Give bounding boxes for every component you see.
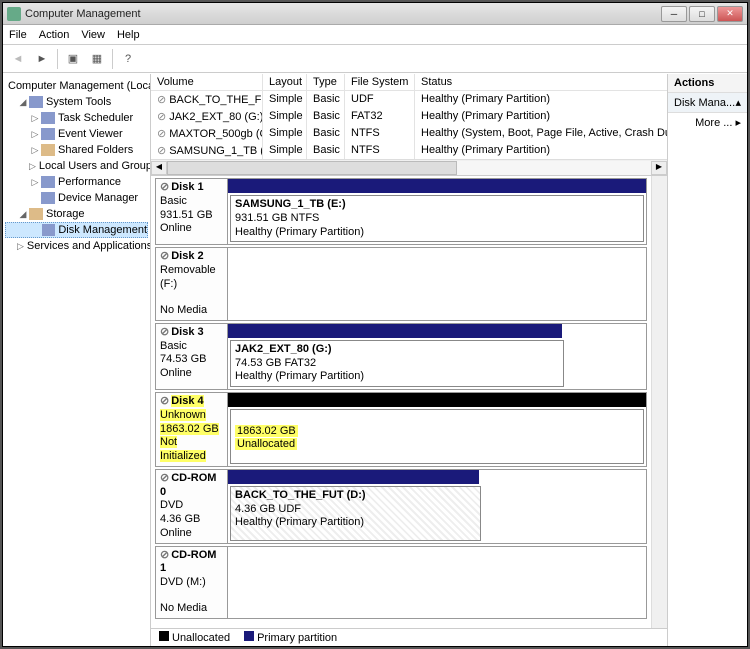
tree-system-tools[interactable]: ◢System Tools	[5, 94, 148, 110]
tree-task-scheduler[interactable]: ▷Task Scheduler	[5, 110, 148, 126]
tree-local-users[interactable]: ▷Local Users and Groups	[5, 158, 148, 174]
disk-header[interactable]: Disk 3Basic74.53 GBOnline	[156, 324, 228, 389]
menu-action[interactable]: Action	[39, 29, 70, 41]
legend-unallocated-swatch	[159, 631, 169, 641]
disk-2[interactable]: Disk 2Removable (F:)No Media	[155, 247, 647, 321]
volume-row[interactable]: JAK2_EXT_80 (G:)SimpleBasicFAT32Healthy …	[151, 108, 667, 125]
device-icon	[41, 192, 55, 204]
actions-pane: Actions Disk Mana...▴ More ... ▸	[667, 74, 747, 646]
event-icon	[41, 128, 55, 140]
menu-view[interactable]: View	[81, 29, 105, 41]
volume-row[interactable]: BACK_TO_THE_FUT (D:)SimpleBasicUDFHealth…	[151, 91, 667, 108]
close-button[interactable]: ✕	[717, 6, 743, 22]
disk-header[interactable]: Disk 2Removable (F:)No Media	[156, 248, 228, 320]
col-filesystem[interactable]: File System	[345, 74, 415, 90]
separator	[112, 49, 113, 69]
tree-services[interactable]: ▷Services and Applications	[5, 238, 148, 254]
tree-storage[interactable]: ◢Storage	[5, 206, 148, 222]
legend-primary-swatch	[244, 631, 254, 641]
legend: Unallocated Primary partition	[151, 628, 667, 646]
main-content: Volume Layout Type File System Status BA…	[151, 74, 667, 646]
perf-icon	[41, 176, 55, 188]
disk-header[interactable]: CD-ROM 0DVD4.36 GBOnline	[156, 470, 228, 543]
col-volume[interactable]: Volume	[151, 74, 263, 90]
expand-icon[interactable]: ▷	[17, 241, 24, 252]
partition[interactable]: JAK2_EXT_80 (G:)74.53 GB FAT32Healthy (P…	[230, 340, 564, 387]
disk-graphical-view: Disk 1Basic931.51 GBOnline SAMSUNG_1_TB …	[151, 176, 667, 628]
back-button[interactable]: ◄	[7, 48, 29, 70]
expand-icon[interactable]: ▷	[29, 129, 41, 140]
disk-header[interactable]: Disk 1Basic931.51 GBOnline	[156, 179, 228, 244]
tree-event-viewer[interactable]: ▷Event Viewer	[5, 126, 148, 142]
actions-header: Actions	[668, 74, 747, 93]
partition[interactable]: BACK_TO_THE_FUT (D:)4.36 GB UDFHealthy (…	[230, 486, 481, 541]
nav-tree[interactable]: Computer Management (Local ◢System Tools…	[3, 74, 151, 646]
col-layout[interactable]: Layout	[263, 74, 307, 90]
window-title: Computer Management	[25, 8, 661, 20]
volume-list[interactable]: Volume Layout Type File System Status BA…	[151, 74, 667, 176]
actions-more[interactable]: More ... ▸	[668, 113, 747, 132]
cdrom-1[interactable]: CD-ROM 1DVD (M:)No Media	[155, 546, 647, 620]
tree-shared-folders[interactable]: ▷Shared Folders	[5, 142, 148, 158]
tree-disk-management[interactable]: Disk Management	[5, 222, 148, 238]
menubar: File Action View Help	[3, 25, 747, 45]
expand-icon[interactable]: ▷	[29, 113, 41, 124]
disk-icon	[42, 224, 56, 236]
volume-header[interactable]: Volume Layout Type File System Status	[151, 74, 667, 91]
toolbar: ◄ ► ▣ ▦ ?	[3, 45, 747, 73]
collapse-icon[interactable]: ◢	[17, 209, 29, 220]
cdrom-0[interactable]: CD-ROM 0DVD4.36 GBOnline BACK_TO_THE_FUT…	[155, 469, 647, 544]
volume-row[interactable]: SAMSUNG_1_TB (E:)SimpleBasicNTFSHealthy …	[151, 142, 667, 159]
unallocated-bar	[228, 393, 646, 407]
scroll-left-icon[interactable]: ◀	[151, 161, 167, 175]
scheduler-icon	[41, 112, 55, 124]
partition-bar	[228, 324, 562, 338]
partition[interactable]: SAMSUNG_1_TB (E:)931.51 GB NTFSHealthy (…	[230, 195, 644, 242]
maximize-button[interactable]: □	[689, 6, 715, 22]
actions-disk-management[interactable]: Disk Mana...▴	[668, 93, 747, 113]
menu-file[interactable]: File	[9, 29, 27, 41]
volume-row[interactable]: MAXTOR_500gb (C:)SimpleBasicNTFSHealthy …	[151, 125, 667, 142]
disk-1[interactable]: Disk 1Basic931.51 GBOnline SAMSUNG_1_TB …	[155, 178, 647, 245]
disk-4[interactable]: Disk 4Unknown1863.02 GBNot Initialized 1…	[155, 392, 647, 467]
scroll-thumb[interactable]	[167, 161, 457, 175]
collapse-icon[interactable]: ◢	[17, 97, 29, 108]
partition-unallocated[interactable]: 1863.02 GBUnallocated	[230, 409, 644, 464]
computer-management-window: Computer Management ─ □ ✕ File Action Vi…	[2, 2, 748, 647]
storage-icon	[29, 208, 43, 220]
expand-icon[interactable]: ▷	[29, 161, 36, 172]
expand-icon[interactable]: ▷	[29, 145, 41, 156]
col-status[interactable]: Status	[415, 74, 667, 90]
forward-button[interactable]: ►	[31, 48, 53, 70]
horizontal-scrollbar[interactable]: ◀▶	[151, 159, 667, 175]
folder-icon	[41, 144, 55, 156]
partition-bar	[228, 179, 646, 193]
tree-device-manager[interactable]: Device Manager	[5, 190, 148, 206]
titlebar[interactable]: Computer Management ─ □ ✕	[3, 3, 747, 25]
tree-performance[interactable]: ▷Performance	[5, 174, 148, 190]
separator	[57, 49, 58, 69]
vertical-scrollbar[interactable]	[651, 176, 667, 628]
disk-3[interactable]: Disk 3Basic74.53 GBOnline JAK2_EXT_80 (G…	[155, 323, 647, 390]
disk-header[interactable]: CD-ROM 1DVD (M:)No Media	[156, 547, 228, 619]
minimize-button[interactable]: ─	[661, 6, 687, 22]
body: Computer Management (Local ◢System Tools…	[3, 73, 747, 646]
partition-bar	[228, 470, 479, 484]
properties-button[interactable]: ▦	[86, 48, 108, 70]
tree-root[interactable]: Computer Management (Local	[5, 78, 148, 94]
expand-icon[interactable]: ▷	[29, 177, 41, 188]
collapse-icon[interactable]: ▴	[735, 96, 741, 109]
col-type[interactable]: Type	[307, 74, 345, 90]
scroll-right-icon[interactable]: ▶	[651, 161, 667, 175]
menu-help[interactable]: Help	[117, 29, 140, 41]
up-button[interactable]: ▣	[62, 48, 84, 70]
help-button[interactable]: ?	[117, 48, 139, 70]
app-icon	[7, 7, 21, 21]
tools-icon	[29, 96, 43, 108]
disk-header[interactable]: Disk 4Unknown1863.02 GBNot Initialized	[156, 393, 228, 466]
